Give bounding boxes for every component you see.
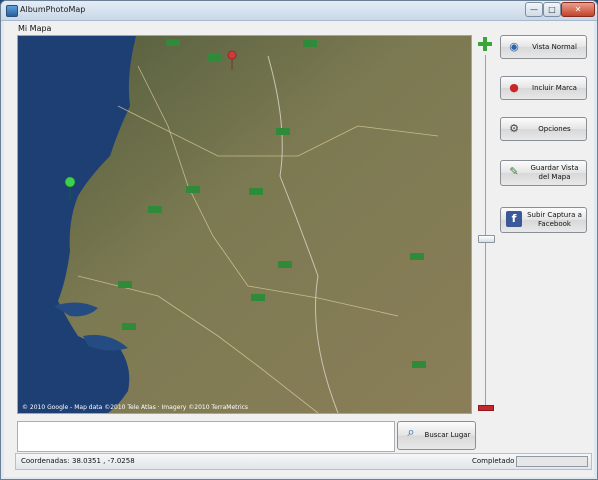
road-badge (251, 294, 265, 301)
facebook-upload-label: Subir Captura a Facebook (527, 211, 582, 228)
road-badge (410, 253, 424, 260)
road-badge (208, 54, 222, 61)
save-map-icon: ✎ (509, 165, 519, 178)
zoom-slider-thumb[interactable] (478, 235, 495, 243)
map-icon: ◉ (509, 40, 519, 53)
gear-icon: ⚙ (509, 122, 519, 135)
facebook-upload-button[interactable]: f Subir Captura a Facebook (500, 207, 587, 233)
road-badge (278, 261, 292, 268)
zoom-out-button[interactable] (478, 405, 494, 411)
add-marker-label: Incluir Marca (532, 83, 577, 92)
title-bar[interactable]: AlbumPhotoMap — □ ✕ (1, 1, 597, 21)
map-group-label: Mi Mapa (18, 24, 52, 33)
save-map-view-button[interactable]: ✎ Guardar Vista del Mapa (500, 160, 587, 186)
app-icon (6, 5, 18, 17)
main-panel: Mi Mapa © 2010 Google - Map data ©2010 T… (4, 21, 594, 477)
app-window: AlbumPhotoMap — □ ✕ Mi Mapa © 2010 Googl… (0, 0, 598, 480)
road-badge (249, 188, 263, 195)
road-badge (166, 39, 180, 46)
zoom-in-button[interactable] (478, 37, 492, 51)
road-badge (412, 361, 426, 368)
coordinates-value: 38.0351 , -7.0258 (72, 457, 135, 465)
facebook-icon: f (506, 211, 522, 227)
map-canvas[interactable] (18, 36, 471, 413)
window-title: AlbumPhotoMap (20, 5, 86, 14)
search-icon: ⌕ (407, 425, 415, 440)
road-badge (122, 323, 136, 330)
search-place-button[interactable]: ⌕ Buscar Lugar (397, 421, 476, 450)
marker-icon: ● (509, 81, 519, 94)
map-attribution: © 2010 Google - Map data ©2010 Tele Atla… (22, 404, 249, 411)
status-bar: Coordenadas: 38.0351 , -7.0258 Completad… (15, 453, 592, 470)
close-button[interactable]: ✕ (561, 2, 595, 17)
search-input[interactable] (17, 421, 395, 452)
road-badge (148, 206, 162, 213)
save-map-view-label: Guardar Vista del Mapa (530, 164, 579, 181)
search-place-label: Buscar Lugar (424, 431, 471, 439)
maximize-button[interactable]: □ (543, 2, 561, 17)
road-badge (303, 40, 317, 47)
normal-view-button[interactable]: ◉ Vista Normal (500, 35, 587, 59)
coordinates-label: Coordenadas: (21, 457, 70, 465)
add-marker-button[interactable]: ● Incluir Marca (500, 76, 587, 100)
zoom-slider-track[interactable] (485, 55, 486, 405)
options-label: Opciones (538, 124, 571, 133)
options-button[interactable]: ⚙ Opciones (500, 117, 587, 141)
road-badge (276, 128, 290, 135)
road-badge (118, 281, 132, 288)
status-text: Completado (472, 457, 515, 465)
map-view[interactable]: © 2010 Google - Map data ©2010 Tele Atla… (17, 35, 472, 414)
normal-view-label: Vista Normal (532, 42, 577, 51)
minimize-button[interactable]: — (525, 2, 543, 17)
road-badge (186, 186, 200, 193)
progress-bar (516, 456, 588, 467)
